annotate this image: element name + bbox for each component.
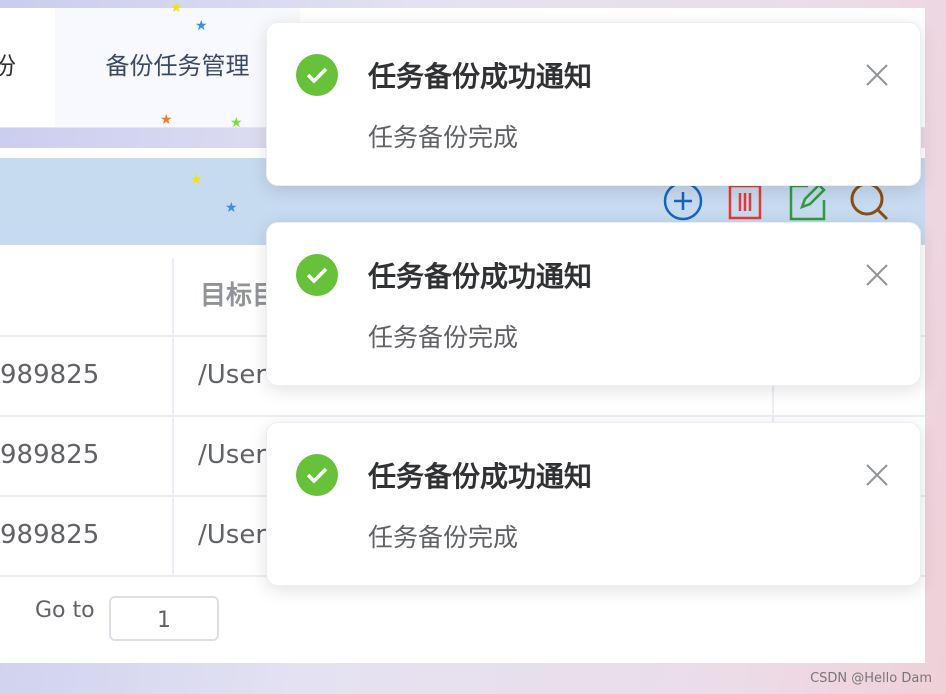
add-icon[interactable] (662, 180, 704, 222)
success-check-icon (296, 454, 338, 496)
success-notification: 任务备份成功通知 任务备份完成 (266, 422, 921, 586)
notification-message: 任务备份完成 (368, 123, 519, 152)
close-icon[interactable] (865, 463, 889, 487)
close-icon[interactable] (865, 263, 889, 287)
cell-target: /User (198, 440, 267, 470)
tab-backup[interactable]: 份 (0, 8, 55, 127)
notification-message: 任务备份完成 (368, 323, 519, 352)
success-check-icon (296, 254, 338, 296)
notification-title: 任务备份成功通知 (368, 60, 593, 93)
notification-message: 任务备份完成 (368, 523, 519, 552)
column-divider (172, 258, 174, 575)
confetti-star-icon: ★ (160, 112, 173, 128)
edit-icon[interactable] (786, 180, 828, 222)
confetti-star-icon: ★ (190, 172, 203, 188)
watermark: CSDN @Hello Dam (810, 671, 932, 686)
notification-title: 任务备份成功通知 (368, 460, 593, 493)
cell-id: 989825 (0, 440, 100, 470)
confetti-star-icon: ★ (230, 115, 243, 131)
confetti-star-icon: ★ (195, 18, 208, 34)
cell-id: 989825 (0, 360, 100, 390)
goto-label: Go to (35, 598, 95, 623)
success-check-icon (296, 54, 338, 96)
delete-icon[interactable] (724, 180, 766, 222)
cell-id: 989825 (0, 520, 100, 550)
success-notification: 任务备份成功通知 任务备份完成 (266, 222, 921, 386)
confetti-star-icon: ★ (225, 200, 238, 216)
notification-title: 任务备份成功通知 (368, 260, 593, 293)
close-icon[interactable] (865, 63, 889, 87)
tab-backup-task-management[interactable]: 备份任务管理 (55, 8, 300, 127)
goto-page-input[interactable]: 1 (109, 596, 219, 641)
cell-target: /User (198, 520, 267, 550)
success-notification: 任务备份成功通知 任务备份完成 (266, 22, 921, 186)
cell-target: /User (198, 360, 267, 390)
search-icon[interactable] (848, 180, 890, 222)
confetti-star-icon: ★ (170, 0, 183, 16)
